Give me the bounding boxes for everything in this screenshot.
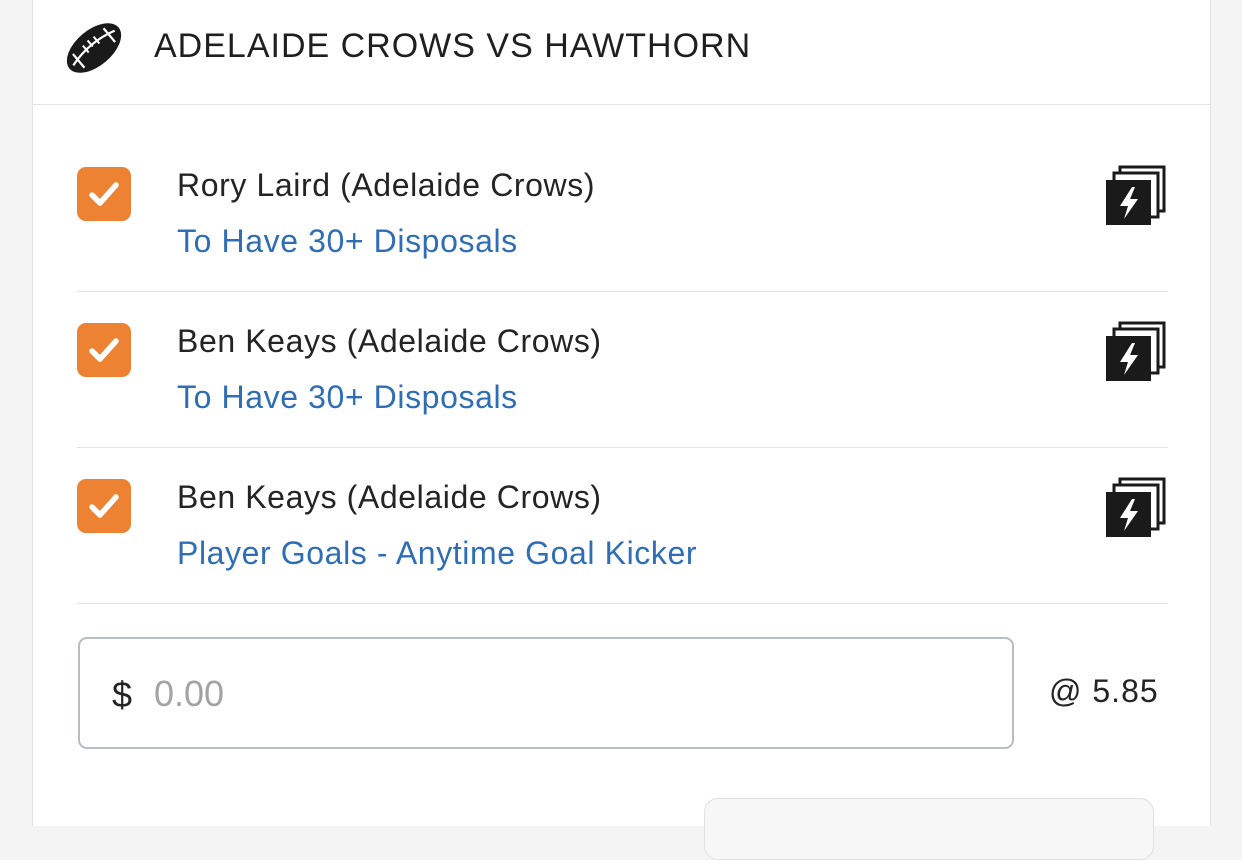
- event-title: ADELAIDE CROWS VS HAWTHORN: [154, 27, 752, 65]
- football-icon: [66, 23, 122, 73]
- selection-name: Ben Keays (Adelaide Crows): [177, 323, 602, 359]
- same-game-multi-bolt-icon[interactable]: [1105, 321, 1167, 383]
- selection-market-link[interactable]: Player Goals - Anytime Goal Kicker: [177, 533, 697, 573]
- selection-checkbox[interactable]: [77, 479, 131, 533]
- multi-bet-card: ADELAIDE CROWS VS HAWTHORN Rory Laird (A…: [32, 0, 1211, 860]
- same-game-multi-bolt-icon[interactable]: [1105, 477, 1167, 539]
- selection-row: Rory Laird (Adelaide Crows) To Have 30+ …: [77, 135, 1168, 292]
- selection-row: Ben Keays (Adelaide Crows) Player Goals …: [77, 447, 1168, 604]
- stake-input[interactable]: [154, 669, 974, 719]
- selection-checkbox[interactable]: [77, 167, 131, 221]
- selection-row: Ben Keays (Adelaide Crows) To Have 30+ D…: [77, 291, 1168, 448]
- selection-name: Rory Laird (Adelaide Crows): [177, 167, 596, 203]
- currency-symbol: $: [112, 674, 133, 715]
- action-button[interactable]: [704, 798, 1154, 860]
- checkmark-icon: [89, 338, 119, 362]
- selection-checkbox[interactable]: [77, 323, 131, 377]
- selection-market-link[interactable]: To Have 30+ Disposals: [177, 221, 518, 261]
- checkmark-icon: [89, 494, 119, 518]
- stake-field[interactable]: $: [78, 637, 1014, 749]
- selection-name: Ben Keays (Adelaide Crows): [177, 479, 602, 515]
- combined-odds: @ 5.85: [1049, 673, 1159, 709]
- selection-market-link[interactable]: To Have 30+ Disposals: [177, 377, 518, 417]
- same-game-multi-bolt-icon[interactable]: [1105, 165, 1167, 227]
- event-header: ADELAIDE CROWS VS HAWTHORN: [33, 0, 1210, 105]
- checkmark-icon: [89, 182, 119, 206]
